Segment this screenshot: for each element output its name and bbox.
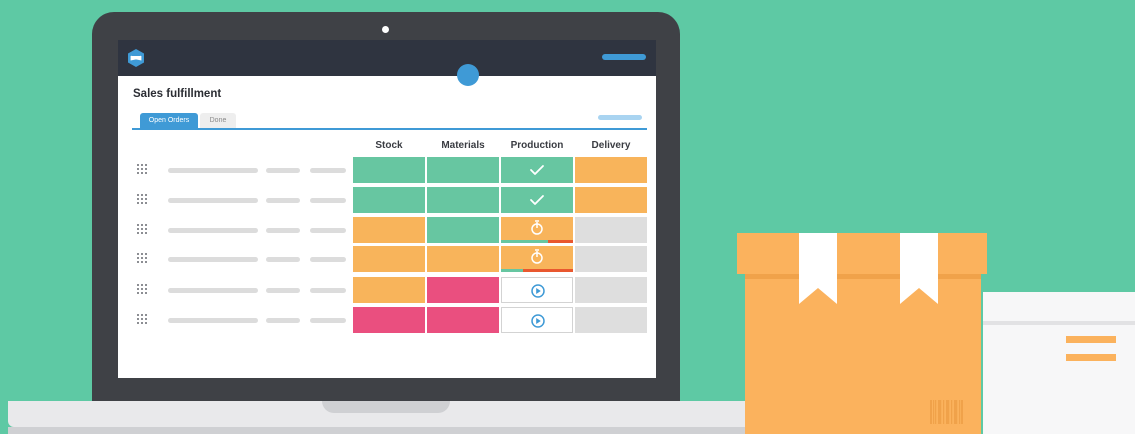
document-card-stripe [1066,336,1116,343]
production-status-cell[interactable] [501,277,573,303]
delivery-status-cell[interactable] [575,307,647,333]
barcode-bar [933,400,935,424]
text-placeholder [266,288,300,293]
column-header-materials: Materials [441,140,485,151]
production-status-cell[interactable] [501,246,573,272]
production-progress-fill [501,269,523,272]
barcode-bar [956,400,958,424]
delivery-status-cell[interactable] [575,277,647,303]
laptop-camera [382,26,389,33]
illustration: Sales fulfillment Open Orders Done Stock… [0,0,1135,434]
stock-status-cell[interactable] [353,217,425,243]
materials-status-cell[interactable] [427,187,499,213]
drag-handle-icon[interactable] [137,284,149,296]
text-placeholder [266,198,300,203]
materials-status-cell[interactable] [427,277,499,303]
tab-underline [132,128,647,130]
user-menu-placeholder[interactable] [602,54,646,60]
text-placeholder [310,228,346,233]
page-title: Sales fulfillment [133,88,222,100]
column-header-stock: Stock [375,140,403,151]
table-row[interactable] [118,246,656,272]
box-tape-strip [900,233,938,304]
text-placeholder [168,257,258,262]
drag-handle-icon[interactable] [137,314,149,326]
shipping-box-seam [745,274,981,279]
delivery-status-cell[interactable] [575,217,647,243]
barcode-bar [930,400,932,424]
production-progress-fill [501,240,548,243]
document-card-stripe [1066,354,1116,361]
production-status-cell[interactable] [501,157,573,183]
text-placeholder [168,288,258,293]
drag-handle-icon[interactable] [137,224,149,236]
production-status-cell[interactable] [501,187,573,213]
text-placeholder [310,318,346,323]
delivery-status-cell[interactable] [575,157,647,183]
text-placeholder [310,168,346,173]
table-row[interactable] [118,277,656,303]
text-placeholder [310,288,346,293]
add-button[interactable] [457,64,479,86]
barcode-bar [938,400,940,424]
barcode-bar [935,400,937,424]
materials-status-cell[interactable] [427,217,499,243]
app-logo-icon[interactable] [126,48,146,68]
table-row[interactable] [118,157,656,183]
text-placeholder [266,257,300,262]
laptop-base-notch [322,401,450,413]
materials-status-cell[interactable] [427,307,499,333]
drag-handle-icon[interactable] [137,164,149,176]
stock-status-cell[interactable] [353,277,425,303]
shipping-box-lid [737,233,987,274]
tab-done[interactable]: Done [200,113,236,128]
text-placeholder [266,228,300,233]
text-placeholder [168,168,258,173]
document-card [983,292,1135,434]
stock-status-cell[interactable] [353,187,425,213]
stock-status-cell[interactable] [353,157,425,183]
column-header-delivery: Delivery [591,140,631,151]
materials-status-cell[interactable] [427,246,499,272]
barcode-bar [961,400,963,424]
stock-status-cell[interactable] [353,246,425,272]
table-row[interactable] [118,217,656,243]
barcode-bar [951,400,953,424]
text-placeholder [168,318,258,323]
action-placeholder[interactable] [598,115,642,120]
text-placeholder [168,198,258,203]
barcode-bar [946,400,948,424]
delivery-status-cell[interactable] [575,187,647,213]
table-row[interactable] [118,307,656,333]
production-status-cell[interactable] [501,217,573,243]
column-header-production: Production [510,140,564,151]
tab-open-orders[interactable]: Open Orders [140,113,198,128]
text-placeholder [310,257,346,262]
barcode-icon [930,400,963,424]
app-topbar [118,40,656,76]
barcode-bar [959,400,961,424]
table-row[interactable] [118,187,656,213]
text-placeholder [266,168,300,173]
app-screen: Sales fulfillment Open Orders Done Stock… [118,40,656,378]
text-placeholder [266,318,300,323]
drag-handle-icon[interactable] [137,194,149,206]
document-card-divider [983,321,1135,325]
stock-status-cell[interactable] [353,307,425,333]
laptop-base-shadow [8,427,776,434]
delivery-status-cell[interactable] [575,246,647,272]
barcode-bar [940,400,942,424]
barcode-bar [948,400,950,424]
text-placeholder [310,198,346,203]
barcode-bar [954,400,956,424]
text-placeholder [168,228,258,233]
drag-handle-icon[interactable] [137,253,149,265]
production-status-cell[interactable] [501,307,573,333]
barcode-bar [943,400,945,424]
box-tape-strip [799,233,837,304]
materials-status-cell[interactable] [427,157,499,183]
